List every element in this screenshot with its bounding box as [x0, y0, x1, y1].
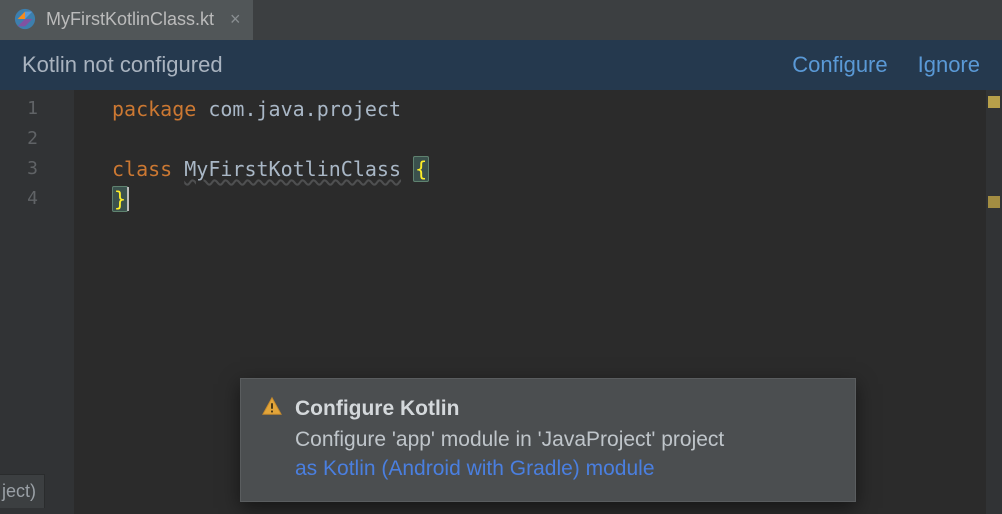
file-tab-label: MyFirstKotlinClass.kt	[46, 9, 214, 30]
code-line	[74, 124, 986, 154]
kotlin-config-banner: Kotlin not configured Configure Ignore	[0, 40, 1002, 90]
line-number: 2	[0, 124, 74, 154]
intention-description: Configure 'app' module in 'JavaProject' …	[295, 426, 835, 483]
error-stripe	[986, 90, 1002, 514]
code-line: }	[74, 184, 986, 214]
warning-icon	[261, 395, 283, 422]
banner-configure-link[interactable]: Configure	[792, 52, 887, 78]
line-number: 1	[0, 94, 74, 124]
text-cursor	[127, 187, 129, 211]
code-line: class MyFirstKotlinClass {	[74, 154, 986, 184]
brace-close: }	[112, 186, 128, 212]
package-name: com.java.project	[196, 97, 401, 121]
keyword-package: package	[112, 97, 196, 121]
intention-title: Configure Kotlin	[295, 397, 459, 421]
banner-message: Kotlin not configured	[22, 52, 762, 78]
banner-ignore-link[interactable]: Ignore	[918, 52, 980, 78]
code-line: package com.java.project	[74, 94, 986, 124]
intention-desc-text: Configure 'app' module in 'JavaProject' …	[295, 428, 724, 451]
line-number-gutter: 1 2 3 4	[0, 90, 74, 514]
brace-open: {	[413, 156, 429, 182]
close-tab-icon[interactable]: ×	[230, 9, 241, 30]
intention-desc-link[interactable]: as Kotlin (Android with Gradle) module	[295, 457, 655, 480]
class-name: MyFirstKotlinClass	[184, 157, 401, 181]
line-number: 4	[0, 184, 74, 214]
file-tab[interactable]: MyFirstKotlinClass.kt ×	[0, 0, 253, 40]
warning-marker[interactable]	[988, 196, 1000, 208]
intention-popup[interactable]: Configure Kotlin Configure 'app' module …	[240, 378, 856, 502]
editor-tab-bar: MyFirstKotlinClass.kt ×	[0, 0, 1002, 40]
line-number: 3	[0, 154, 74, 184]
warning-marker[interactable]	[988, 96, 1000, 108]
breadcrumb-fragment: ject)	[0, 474, 45, 508]
keyword-class: class	[112, 157, 172, 181]
kotlin-file-icon	[14, 8, 36, 30]
